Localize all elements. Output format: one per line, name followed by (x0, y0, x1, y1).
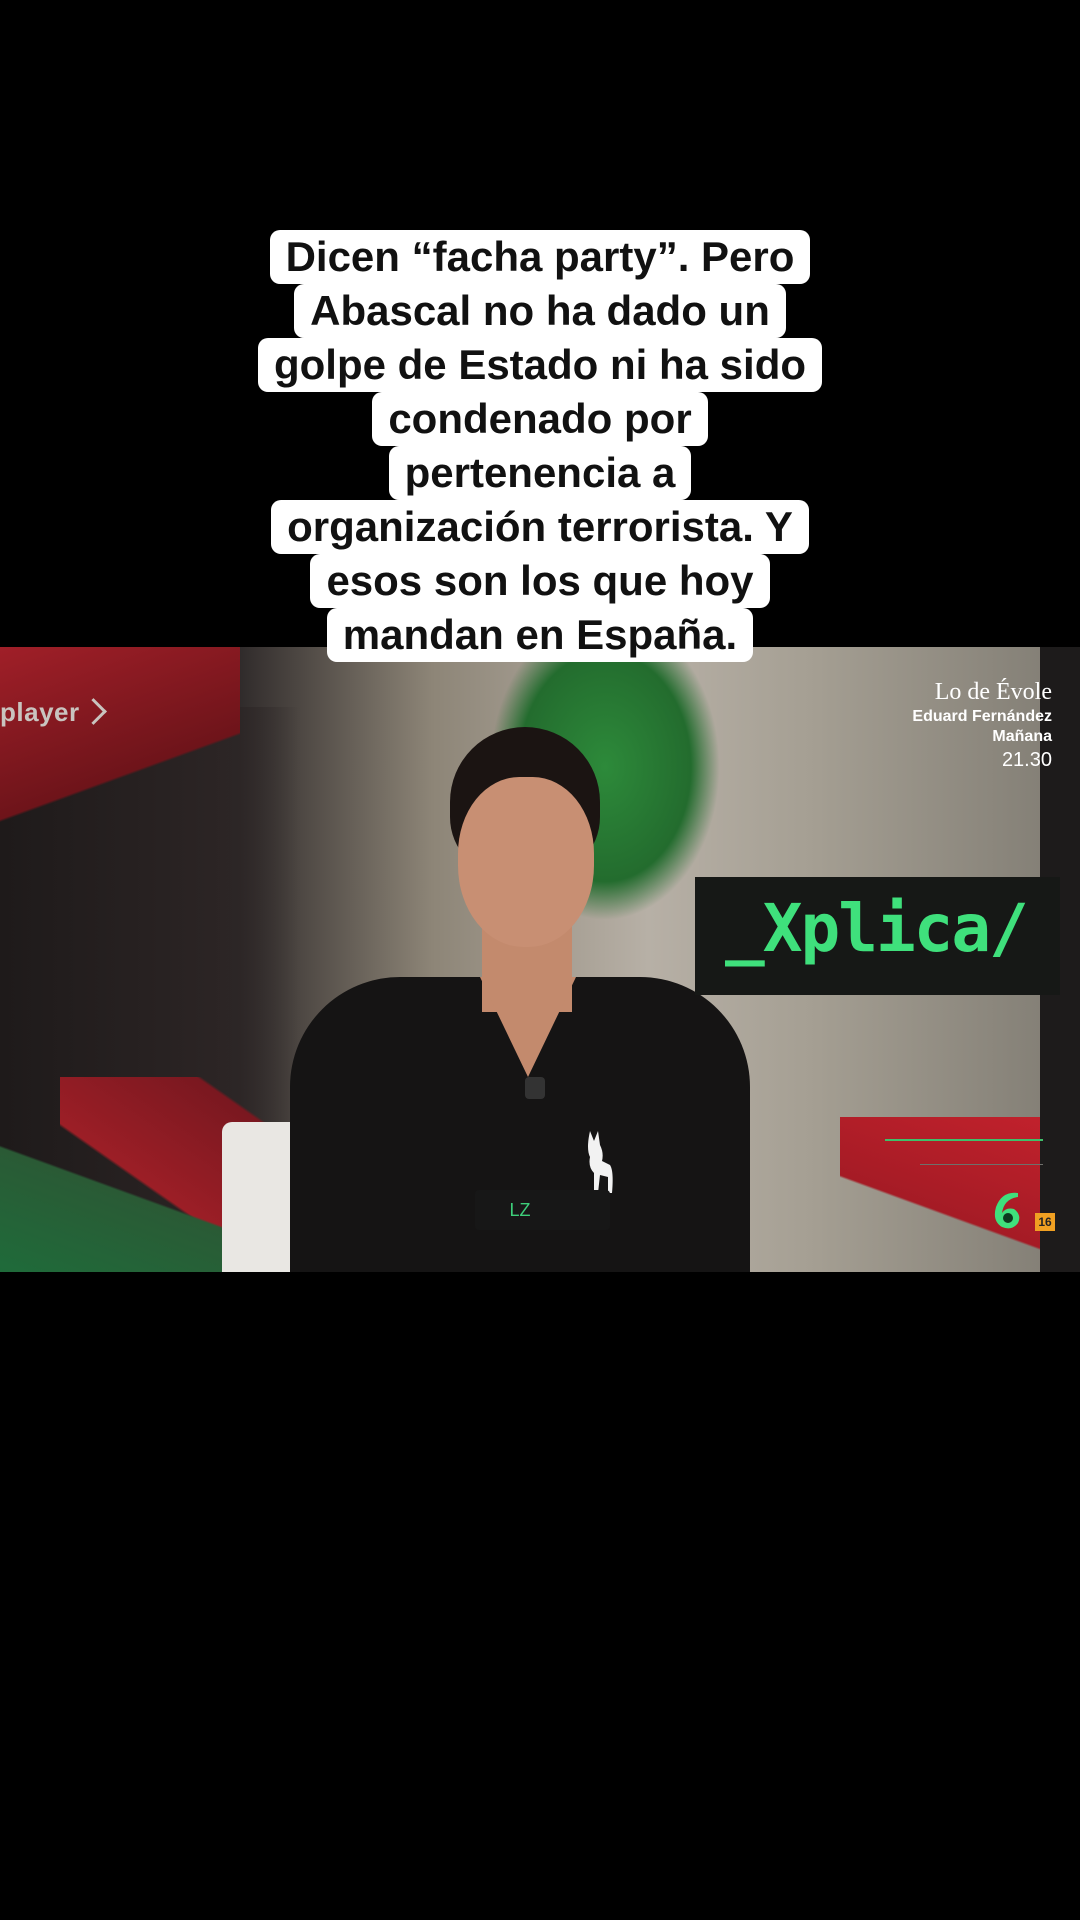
promo-block: Lo de Évole Eduard Fernández Mañana 21.3… (912, 677, 1052, 773)
presenter-figure (270, 707, 750, 1272)
caption-overlay: Dicen “facha party”. Pero Abascal no ha … (0, 230, 1080, 662)
promo-day: Mañana (992, 728, 1052, 745)
atresplayer-logo: player (0, 697, 107, 728)
dog-logo-icon (588, 1131, 613, 1193)
caption-line: pertenencia a (388, 446, 692, 500)
promo-show-title: Lo de Évole (934, 679, 1052, 705)
caption-line: esos son los que hoy (310, 554, 770, 608)
caption-line: golpe de Estado ni ha sido (257, 338, 823, 392)
presenter-face (458, 777, 594, 947)
caption-line: organización terrorista. Y (271, 500, 809, 554)
caption-line: Abascal no ha dado un (294, 284, 786, 338)
caption-line: condenado por (372, 392, 708, 446)
promo-time: 21.30 (1001, 749, 1052, 771)
caption-line: mandan en España. (326, 608, 754, 662)
decor-gray-line (920, 1164, 1043, 1165)
lower-third-label: LZ (509, 1200, 531, 1220)
video-frame[interactable]: LZ player Lo de Évole Eduard Fernández M… (0, 647, 1080, 1272)
studio-red-shape (0, 647, 240, 847)
promo-guest: Eduard Fernández (912, 708, 1052, 725)
studio-green-shape-bottom (0, 1107, 230, 1272)
chevron-right-icon (79, 698, 107, 725)
caption-line: Dicen “facha party”. Pero (269, 230, 811, 284)
decor-green-line (885, 1139, 1043, 1141)
age-rating-badge: 16 (1035, 1213, 1055, 1231)
channel-six-logo-icon (994, 1192, 1020, 1229)
program-title: _Xplica/ (725, 890, 1029, 967)
lapel-mic-icon (525, 1077, 545, 1099)
player-logo-text: player (0, 697, 80, 727)
